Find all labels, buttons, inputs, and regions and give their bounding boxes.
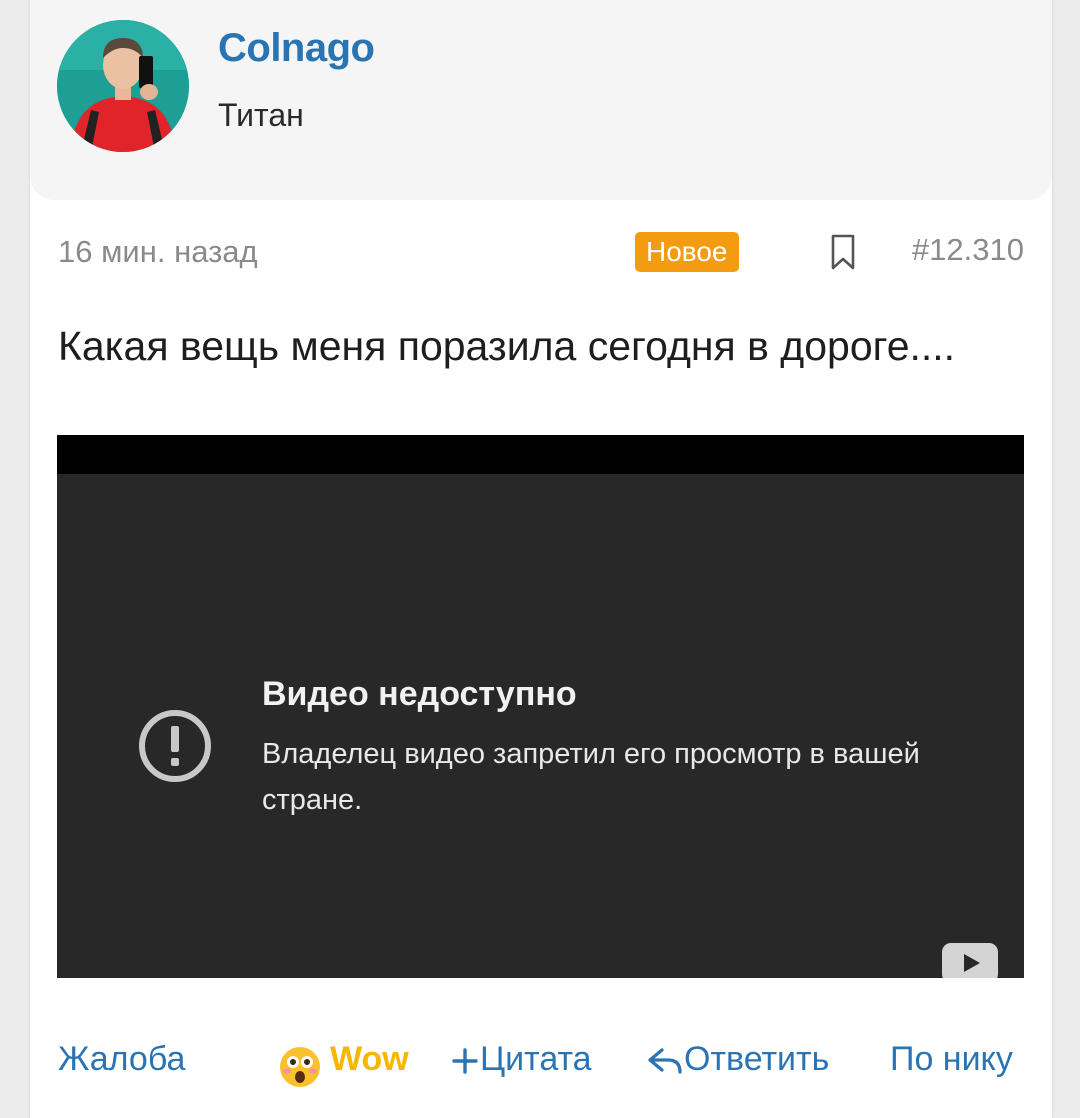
- quote-label: Цитата: [480, 1040, 592, 1078]
- author-panel: Colnago Титан: [30, 0, 1052, 200]
- post-actions: Жалоба Wow Цитата Ответить По нику: [30, 1030, 1052, 1090]
- new-badge: Новое: [635, 232, 739, 272]
- author-rank: Титан: [218, 97, 304, 133]
- post-body: Какая вещь меня поразила сегодня в дорог…: [58, 323, 956, 369]
- video-embed[interactable]: Видео недоступно Владелец видео запретил…: [57, 435, 1024, 978]
- post-number-link[interactable]: #12.310: [912, 232, 1024, 268]
- exclamation-circle-icon: [137, 708, 213, 784]
- astonished-face-emoji-icon: [278, 1036, 322, 1088]
- wow-reaction-button[interactable]: Wow: [278, 1030, 409, 1088]
- video-unavailable-title: Видео недоступно: [262, 675, 577, 713]
- video-unavailable-message: Владелец видео запретил его просмотр в в…: [262, 738, 920, 816]
- post-card: Colnago Титан 16 мин. назад Новое #12.31…: [30, 0, 1052, 1118]
- youtube-logo-icon[interactable]: [942, 943, 998, 978]
- bookmark-icon[interactable]: [828, 232, 858, 272]
- quote-button[interactable]: Цитата: [450, 1030, 592, 1088]
- reply-arrow-icon: [648, 1048, 682, 1074]
- plus-icon: [452, 1048, 478, 1074]
- wow-reaction-label: Wow: [330, 1040, 409, 1078]
- page: Colnago Титан 16 мин. назад Новое #12.31…: [0, 0, 1080, 1118]
- reply-label: Ответить: [684, 1040, 830, 1078]
- reply-button[interactable]: Ответить: [646, 1030, 829, 1088]
- by-nick-button[interactable]: По нику: [890, 1030, 1013, 1088]
- video-top-bar: [57, 435, 1024, 474]
- report-button[interactable]: Жалоба: [58, 1030, 185, 1088]
- avatar-image: [57, 20, 189, 152]
- author-name[interactable]: Colnago: [218, 26, 375, 71]
- avatar[interactable]: [57, 20, 189, 152]
- post-time: 16 мин. назад: [58, 234, 258, 269]
